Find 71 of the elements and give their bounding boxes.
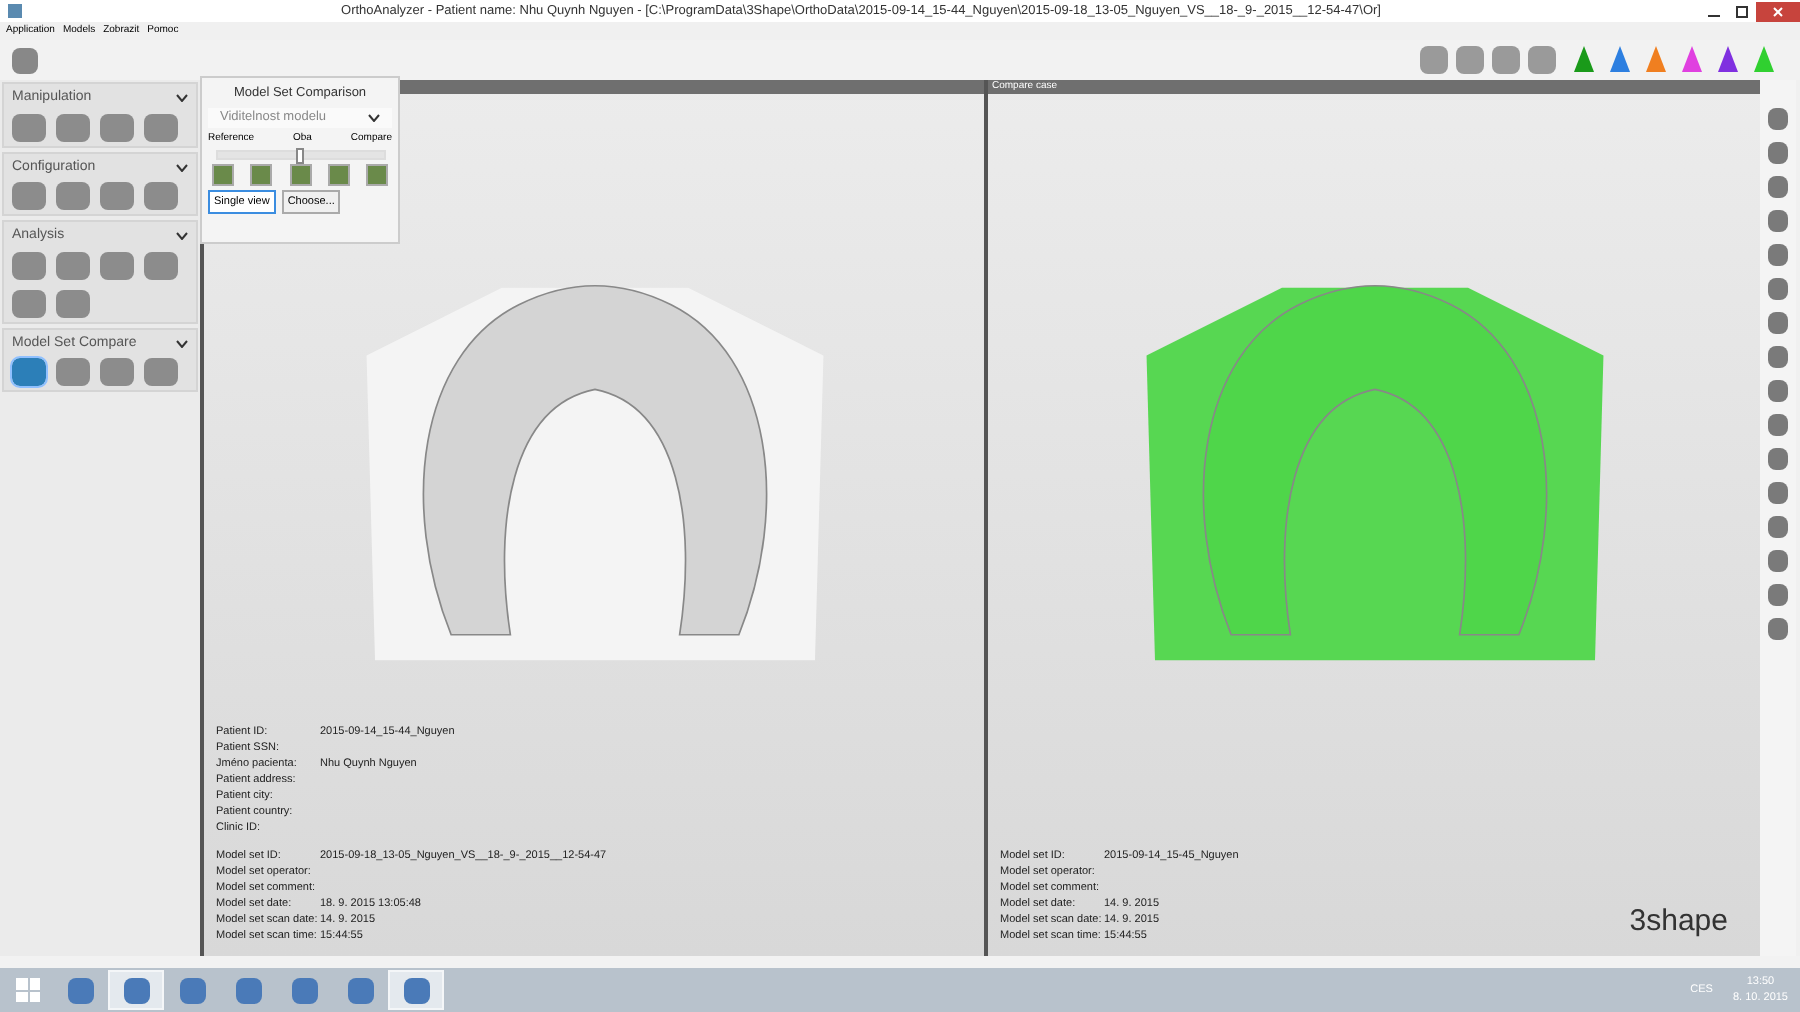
toolbar-icon[interactable] <box>1768 244 1788 266</box>
chevron-icon[interactable] <box>176 163 188 172</box>
tool-icon[interactable] <box>144 113 178 141</box>
toolbar-icon[interactable] <box>1768 108 1788 130</box>
toolbar-icon[interactable] <box>1768 550 1788 572</box>
toolbar-icon[interactable] <box>1492 46 1520 74</box>
app-icon <box>347 977 373 1003</box>
taskbar-app-button[interactable] <box>108 970 164 1010</box>
toolbar-icon[interactable] <box>1768 176 1788 198</box>
toolbar-icon[interactable] <box>1768 516 1788 538</box>
maximize-icon[interactable] <box>1734 3 1750 19</box>
view-icon[interactable] <box>327 164 350 186</box>
chevron-icon[interactable] <box>176 94 188 103</box>
app-icon <box>123 977 149 1003</box>
tool-icon[interactable] <box>12 182 46 210</box>
toolbar-icon[interactable] <box>1768 482 1788 504</box>
tool-icon[interactable] <box>144 251 178 279</box>
close-icon <box>1772 5 1784 17</box>
app-icon <box>8 4 22 18</box>
tool-icon[interactable] <box>12 358 46 386</box>
toolbar-icon[interactable] <box>1768 414 1788 436</box>
tool-icon[interactable] <box>144 358 178 386</box>
view-icon[interactable] <box>366 164 388 186</box>
app-icon <box>291 977 317 1003</box>
toolbar-icon[interactable] <box>1768 312 1788 334</box>
toolbar-icon[interactable] <box>1768 584 1788 606</box>
cone-icon[interactable] <box>1716 45 1740 75</box>
toolbar-icon[interactable] <box>1456 46 1484 74</box>
slider-track[interactable] <box>215 150 385 160</box>
tool-icon[interactable] <box>56 113 90 141</box>
view-icon[interactable] <box>212 164 234 186</box>
tool-icon[interactable] <box>100 251 134 279</box>
tool-icon[interactable] <box>56 251 90 279</box>
tool-icon[interactable] <box>100 113 134 141</box>
chevron-icon <box>368 113 380 122</box>
tool-icon[interactable] <box>56 182 90 210</box>
toolbar-icon[interactable] <box>1768 278 1788 300</box>
tool-icon[interactable] <box>12 289 46 317</box>
tool-icon[interactable] <box>12 251 46 279</box>
app-icon <box>67 977 93 1003</box>
chevron-icon[interactable] <box>176 339 188 348</box>
toolbar-icon[interactable] <box>1768 210 1788 232</box>
tool-icon[interactable] <box>56 358 90 386</box>
toolbar-icon[interactable] <box>1768 346 1788 368</box>
tool-icon[interactable] <box>12 113 46 141</box>
toolbar-icon[interactable] <box>1420 46 1448 74</box>
tool-icon[interactable] <box>100 182 134 210</box>
logo: 3shape <box>1629 901 1728 941</box>
close-button[interactable] <box>1756 1 1800 21</box>
toolbar-icon[interactable] <box>1768 380 1788 402</box>
slider-thumb[interactable] <box>296 148 304 164</box>
tool-icon[interactable] <box>56 289 90 317</box>
toolbar-icon[interactable] <box>1768 142 1788 164</box>
app-icon <box>179 977 205 1003</box>
chevron-icon[interactable] <box>176 232 188 241</box>
start-icon[interactable] <box>16 978 40 1002</box>
cone-icon[interactable] <box>1644 45 1668 75</box>
cone-icon[interactable] <box>1572 45 1596 75</box>
cone-icon[interactable] <box>1608 45 1632 75</box>
toolbar-icon[interactable] <box>1768 448 1788 470</box>
tool-icon[interactable] <box>100 358 134 386</box>
toolbar-icon[interactable] <box>1768 618 1788 640</box>
view-icon[interactable] <box>250 164 273 186</box>
toolbar-icon[interactable] <box>1528 46 1556 74</box>
view-icon[interactable] <box>289 164 311 186</box>
toolbar-icon[interactable] <box>12 47 38 73</box>
tool-icon[interactable] <box>144 182 178 210</box>
cone-icon[interactable] <box>1680 45 1704 75</box>
taskbar-app-button[interactable] <box>388 970 444 1010</box>
app-icon <box>235 977 261 1003</box>
app-icon <box>403 977 429 1003</box>
